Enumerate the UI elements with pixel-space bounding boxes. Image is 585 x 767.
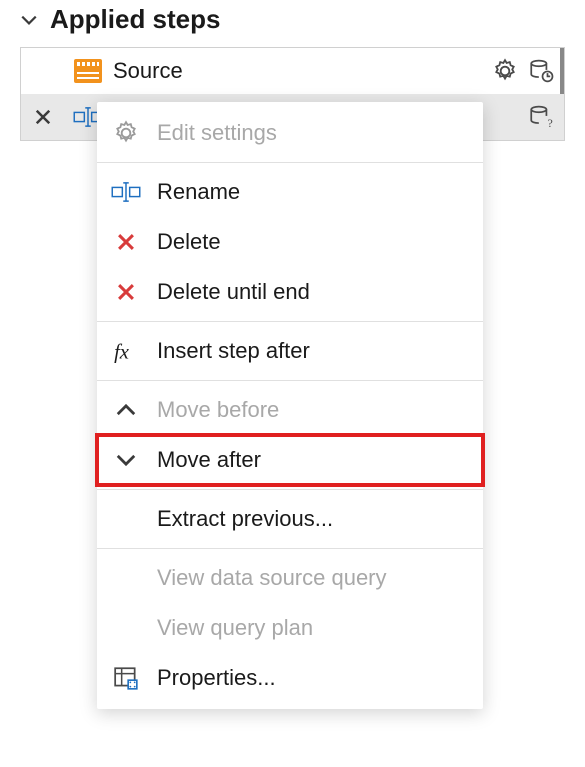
menu-label: View data source query	[157, 565, 387, 591]
menu-insert-step-after[interactable]: fx Insert step after	[97, 326, 483, 376]
rename-icon	[111, 177, 141, 207]
delete-icon	[111, 277, 141, 307]
svg-text:?: ?	[548, 116, 553, 130]
menu-label: Move after	[157, 447, 261, 473]
chevron-down-icon	[20, 11, 38, 29]
menu-label: Edit settings	[157, 120, 277, 146]
menu-divider	[97, 548, 483, 549]
source-step-icon	[73, 58, 103, 84]
menu-delete-until-end[interactable]: Delete until end	[97, 267, 483, 317]
menu-rename[interactable]: Rename	[97, 167, 483, 217]
menu-label: Rename	[157, 179, 240, 205]
chevron-down-icon	[111, 445, 141, 475]
menu-divider	[97, 489, 483, 490]
menu-label: Delete	[157, 229, 221, 255]
menu-label: Properties...	[157, 665, 276, 691]
blank-icon	[111, 613, 141, 643]
menu-divider	[97, 162, 483, 163]
gear-icon[interactable]	[490, 56, 520, 86]
menu-label: Insert step after	[157, 338, 310, 364]
gear-icon	[111, 118, 141, 148]
fx-icon: fx	[111, 336, 141, 366]
properties-icon	[111, 663, 141, 693]
chevron-up-icon	[111, 395, 141, 425]
applied-steps-header[interactable]: Applied steps	[0, 0, 585, 47]
menu-label: Extract previous...	[157, 506, 333, 532]
menu-label: Delete until end	[157, 279, 310, 305]
delete-icon	[111, 227, 141, 257]
menu-edit-settings: Edit settings	[97, 108, 483, 158]
menu-properties[interactable]: Properties...	[97, 653, 483, 703]
menu-label: View query plan	[157, 615, 313, 641]
menu-view-data-source-query: View data source query	[97, 553, 483, 603]
blank-icon	[111, 504, 141, 534]
menu-view-query-plan: View query plan	[97, 603, 483, 653]
delete-step-icon[interactable]	[29, 103, 57, 131]
menu-delete[interactable]: Delete	[97, 217, 483, 267]
svg-text:fx: fx	[114, 342, 129, 364]
menu-move-after[interactable]: Move after	[97, 435, 483, 485]
step-label: Source	[113, 58, 490, 84]
menu-divider	[97, 321, 483, 322]
menu-move-before: Move before	[97, 385, 483, 435]
database-help-icon[interactable]: ?	[526, 102, 556, 132]
menu-extract-previous[interactable]: Extract previous...	[97, 494, 483, 544]
steps-list: Source	[20, 47, 565, 141]
database-icon[interactable]	[526, 56, 556, 86]
menu-label: Move before	[157, 397, 279, 423]
panel-title: Applied steps	[50, 4, 220, 35]
blank-icon	[111, 563, 141, 593]
menu-divider	[97, 380, 483, 381]
context-menu: Edit settings Rename Delete	[97, 102, 483, 709]
step-row-source[interactable]: Source	[21, 48, 564, 94]
